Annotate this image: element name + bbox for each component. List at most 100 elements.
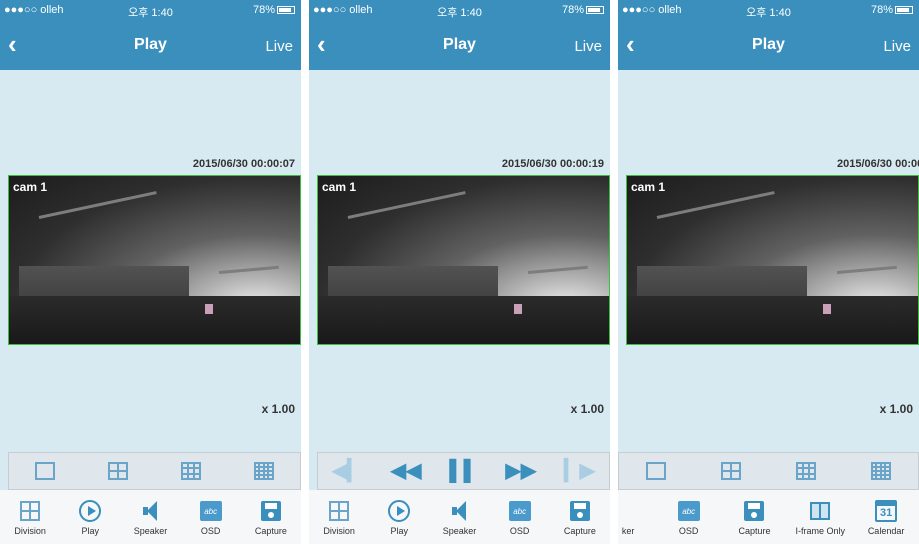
video-floor bbox=[627, 296, 918, 344]
play-icon bbox=[79, 500, 102, 522]
calendar-icon: 31 bbox=[875, 500, 898, 522]
step-back-icon[interactable]: ◀▎ bbox=[332, 461, 363, 481]
division-icon bbox=[20, 501, 41, 521]
playback-timestamp: 2015/06/30 00:00:19 bbox=[501, 158, 604, 170]
bottom-toolbar: Division Play Speaker abc OSD Capture bbox=[0, 490, 301, 544]
capture-icon bbox=[569, 501, 590, 521]
video-object bbox=[823, 304, 831, 314]
nine-view-icon[interactable] bbox=[795, 462, 816, 480]
playback-speed: x 1.00 bbox=[261, 402, 295, 416]
speaker-icon bbox=[143, 501, 158, 521]
osd-button[interactable]: abc OSD bbox=[491, 490, 549, 544]
speaker-label: Speaker bbox=[133, 526, 168, 536]
capture-label: Capture bbox=[738, 526, 771, 536]
screen-2: ●●●○○ olleh 오후 1:40 78% ‹ Play Live 2015… bbox=[309, 0, 610, 544]
division-label: Division bbox=[323, 526, 355, 536]
division-icon bbox=[329, 501, 350, 521]
osd-icon: abc bbox=[508, 501, 531, 521]
rewind-icon[interactable]: ◀◀ bbox=[391, 461, 422, 481]
video-object bbox=[205, 304, 213, 314]
ceiling-light bbox=[347, 191, 466, 219]
capture-icon bbox=[744, 501, 765, 521]
capture-icon bbox=[260, 501, 281, 521]
video-floor bbox=[9, 296, 300, 344]
battery-icon bbox=[277, 6, 295, 15]
live-button[interactable]: Live bbox=[265, 38, 293, 55]
camera-video[interactable]: cam 1 bbox=[317, 175, 610, 345]
step-forward-icon[interactable]: ▎▶ bbox=[564, 461, 595, 481]
nine-view-icon[interactable] bbox=[180, 462, 201, 480]
calendar-button[interactable]: 31 Calendar bbox=[857, 490, 915, 544]
capture-button[interactable]: Capture bbox=[725, 490, 783, 544]
battery-percent: 78% bbox=[561, 4, 584, 16]
battery-indicator: 78% bbox=[253, 4, 295, 16]
camera-label: cam 1 bbox=[322, 180, 357, 194]
division-button[interactable]: Division bbox=[1, 490, 59, 544]
pause-icon[interactable]: ▌▌ bbox=[449, 461, 477, 481]
speaker-icon bbox=[452, 501, 467, 521]
quad-view-icon[interactable] bbox=[721, 462, 742, 480]
camera-label: cam 1 bbox=[13, 180, 48, 194]
playback-speed: x 1.00 bbox=[570, 402, 604, 416]
nav-bar: ‹ Play Live bbox=[0, 20, 301, 70]
capture-button[interactable]: Capture bbox=[242, 490, 300, 544]
bottom-toolbar: Division Play Speaker abc OSD Capture bbox=[309, 490, 610, 544]
iframe-icon bbox=[810, 502, 831, 520]
camera-video[interactable]: cam 1 bbox=[626, 175, 919, 345]
live-button[interactable]: Live bbox=[883, 38, 911, 55]
nav-bar: ‹ Play Live bbox=[309, 20, 610, 70]
battery-percent: 78% bbox=[870, 4, 893, 16]
battery-indicator: 78% bbox=[562, 4, 604, 16]
playback-timestamp: 2015/06/30 00:00:2 bbox=[836, 158, 919, 170]
page-title: Play bbox=[752, 36, 785, 53]
single-view-icon[interactable] bbox=[35, 462, 56, 480]
layout-selector-bar bbox=[618, 452, 919, 490]
capture-button[interactable]: Capture bbox=[551, 490, 609, 544]
division-button[interactable]: Division bbox=[310, 490, 368, 544]
play-label: Play bbox=[81, 526, 100, 536]
play-icon bbox=[388, 500, 411, 522]
screen-1: ●●●○○ olleh 오후 1:40 78% ‹ Play Live 2015… bbox=[0, 0, 301, 544]
status-bar: ●●●○○ olleh 오후 1:40 78% bbox=[618, 0, 919, 20]
play-label: Play bbox=[390, 526, 409, 536]
screen-3: ●●●○○ olleh 오후 1:40 78% ‹ Play Live 2015… bbox=[618, 0, 919, 544]
fast-forward-icon[interactable]: ▶▶ bbox=[506, 461, 537, 481]
screens: ●●●○○ olleh 오후 1:40 78% ‹ Play Live 2015… bbox=[0, 0, 919, 544]
osd-button[interactable]: abc OSD bbox=[660, 490, 718, 544]
page-title: Play bbox=[443, 36, 476, 53]
osd-button[interactable]: abc OSD bbox=[182, 490, 240, 544]
capture-label: Capture bbox=[254, 526, 287, 536]
battery-icon bbox=[586, 6, 604, 15]
quad-view-icon[interactable] bbox=[108, 462, 129, 480]
sixteen-view-icon[interactable] bbox=[870, 462, 891, 480]
play-button[interactable]: Play bbox=[61, 490, 119, 544]
playback-timestamp: 2015/06/30 00:00:07 bbox=[192, 158, 295, 170]
speaker-label-partial: ker bbox=[621, 526, 635, 536]
battery-icon bbox=[895, 6, 913, 15]
camera-label: cam 1 bbox=[631, 180, 666, 194]
ceiling-light bbox=[38, 191, 157, 219]
iframe-only-label: I-frame Only bbox=[795, 526, 846, 536]
live-button[interactable]: Live bbox=[574, 38, 602, 55]
capture-label: Capture bbox=[563, 526, 596, 536]
speaker-button[interactable]: Speaker bbox=[430, 490, 488, 544]
osd-label: OSD bbox=[200, 526, 221, 536]
ceiling-light bbox=[656, 191, 775, 219]
osd-label: OSD bbox=[509, 526, 530, 536]
osd-icon: abc bbox=[199, 501, 222, 521]
iframe-only-button[interactable]: I-frame Only bbox=[791, 490, 849, 544]
speaker-button[interactable]: Speaker bbox=[121, 490, 179, 544]
play-button[interactable]: Play bbox=[370, 490, 428, 544]
speaker-button[interactable]: ker bbox=[622, 490, 652, 544]
ceiling-light bbox=[527, 265, 588, 274]
single-view-icon[interactable] bbox=[646, 462, 667, 480]
camera-video[interactable]: cam 1 bbox=[8, 175, 301, 345]
osd-label: OSD bbox=[678, 526, 699, 536]
battery-indicator: 78% bbox=[871, 4, 913, 16]
playback-controls-bar: ◀▎ ◀◀ ▌▌ ▶▶ ▎▶ bbox=[317, 452, 610, 490]
status-bar: ●●●○○ olleh 오후 1:40 78% bbox=[309, 0, 610, 20]
division-label: Division bbox=[14, 526, 46, 536]
sixteen-view-icon[interactable] bbox=[253, 462, 274, 480]
ceiling-light bbox=[836, 265, 897, 274]
speaker-label: Speaker bbox=[442, 526, 477, 536]
